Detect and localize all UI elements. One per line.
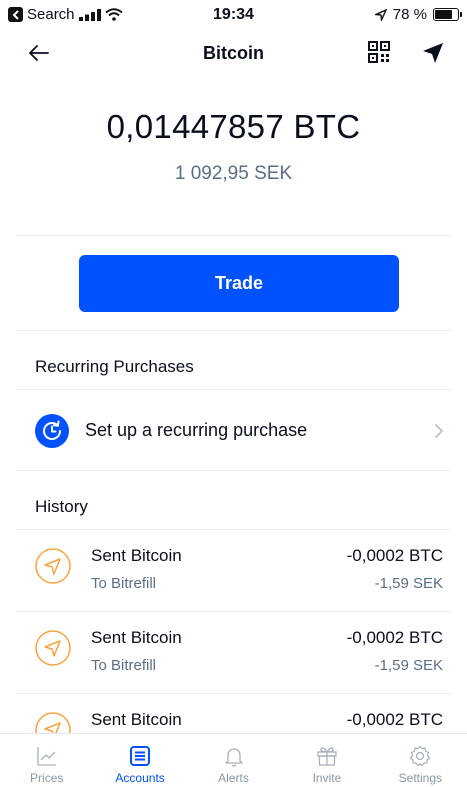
sent-arrow-icon — [35, 630, 71, 666]
tab-accounts[interactable]: Accounts — [93, 734, 186, 787]
tab-label: Invite — [312, 771, 342, 785]
recurring-purchases-header: Recurring Purchases — [35, 357, 194, 376]
location-arrow-icon — [374, 8, 387, 21]
nav-bar: Bitcoin — [0, 30, 467, 76]
tx-title: Sent Bitcoin — [91, 628, 182, 647]
status-bar: Search 19:34 78 % — [0, 0, 467, 30]
tx-amount: -0,0002 BTC — [346, 628, 443, 647]
sent-arrow-icon — [35, 548, 71, 584]
history-item[interactable]: Sent Bitcoin To Bitrefill -0,0002 BTC -1… — [0, 530, 467, 612]
tx-recipient: To Bitrefill — [91, 575, 157, 592]
battery-percent: 78 % — [392, 6, 427, 23]
history-header: History — [35, 497, 88, 516]
recurring-clock-icon — [35, 414, 69, 448]
tx-title: Sent Bitcoin — [91, 710, 182, 729]
tab-prices[interactable]: Prices — [0, 734, 93, 787]
battery-level — [435, 10, 453, 19]
accounts-icon — [130, 746, 151, 766]
fiat-balance: 1 092,95 SEK — [174, 163, 293, 184]
divider — [16, 470, 451, 471]
trade-button[interactable]: Trade — [79, 255, 399, 312]
tab-label: Settings — [398, 771, 442, 785]
gift-icon — [317, 747, 337, 766]
divider — [16, 235, 451, 236]
tx-title: Sent Bitcoin — [91, 546, 182, 565]
tab-label: Prices — [30, 771, 64, 785]
qr-code-icon[interactable] — [368, 41, 390, 63]
tx-amount: -0,0002 BTC — [346, 546, 443, 565]
chevron-right-icon — [435, 424, 444, 438]
tab-label: Alerts — [218, 771, 249, 785]
tx-recipient: To Bitrefill — [91, 657, 157, 674]
send-icon[interactable] — [421, 41, 445, 65]
tx-amount: -0,0002 BTC — [346, 710, 443, 729]
chart-icon — [37, 747, 56, 766]
tab-label: Accounts — [115, 771, 165, 785]
tx-fiat-amount: -1,59 SEK — [374, 575, 443, 592]
setup-recurring-purchase-row[interactable]: Set up a recurring purchase — [0, 390, 467, 470]
page-title: Bitcoin — [203, 43, 264, 63]
crypto-balance: 0,01447857 BTC — [106, 108, 361, 145]
history-item[interactable]: Sent Bitcoin To Bitrefill -0,0002 BTC -1… — [0, 612, 467, 694]
tab-invite[interactable]: Invite — [280, 734, 373, 787]
setup-recurring-label: Set up a recurring purchase — [85, 420, 308, 440]
gear-icon — [410, 745, 431, 767]
tab-alerts[interactable]: Alerts — [187, 734, 280, 787]
tab-settings[interactable]: Settings — [374, 734, 467, 787]
divider — [16, 330, 451, 331]
tab-bar: Prices Accounts Alerts Invite Settings — [0, 733, 467, 787]
battery-icon — [433, 8, 462, 21]
tx-fiat-amount: -1,59 SEK — [374, 657, 443, 674]
bell-icon — [224, 748, 243, 767]
